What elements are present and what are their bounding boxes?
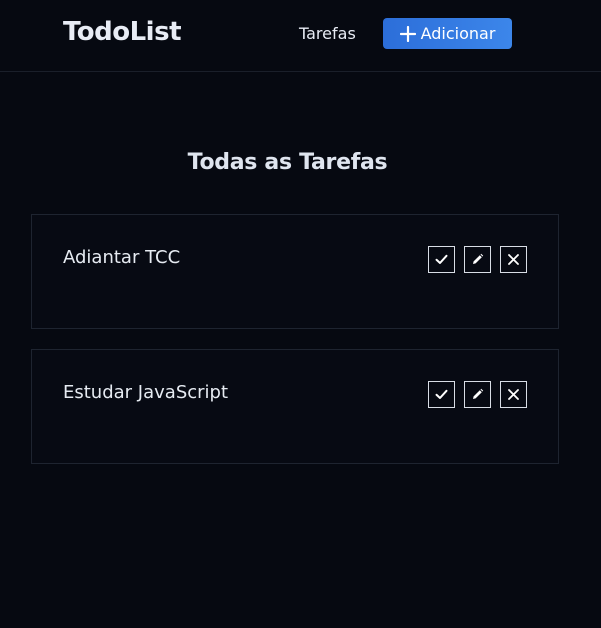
complete-task-button[interactable] xyxy=(428,246,455,273)
plus-icon xyxy=(399,25,416,42)
task-actions xyxy=(428,246,527,273)
app-logo[interactable]: TodoList xyxy=(63,17,182,47)
check-icon xyxy=(435,389,448,399)
edit-task-button[interactable] xyxy=(464,246,491,273)
add-task-button-label: Adicionar xyxy=(420,24,496,43)
nav-link-tarefas[interactable]: Tarefas xyxy=(299,24,356,43)
delete-task-button[interactable] xyxy=(500,381,527,408)
task-actions xyxy=(428,381,527,408)
pencil-icon xyxy=(473,388,484,399)
edit-task-button[interactable] xyxy=(464,381,491,408)
close-icon xyxy=(508,389,519,400)
delete-task-button[interactable] xyxy=(500,246,527,273)
task-card: Adiantar TCC xyxy=(31,214,559,329)
close-icon xyxy=(508,254,519,265)
task-title: Adiantar TCC xyxy=(63,247,181,268)
top-navbar: TodoList Tarefas Adicionar xyxy=(0,0,601,72)
pencil-icon xyxy=(473,253,484,264)
check-icon xyxy=(435,254,448,264)
complete-task-button[interactable] xyxy=(428,381,455,408)
task-title: Estudar JavaScript xyxy=(63,382,229,403)
page-title: Todas as Tarefas xyxy=(187,150,388,175)
task-card: Estudar JavaScript xyxy=(31,349,559,464)
add-task-button[interactable]: Adicionar xyxy=(383,18,512,49)
